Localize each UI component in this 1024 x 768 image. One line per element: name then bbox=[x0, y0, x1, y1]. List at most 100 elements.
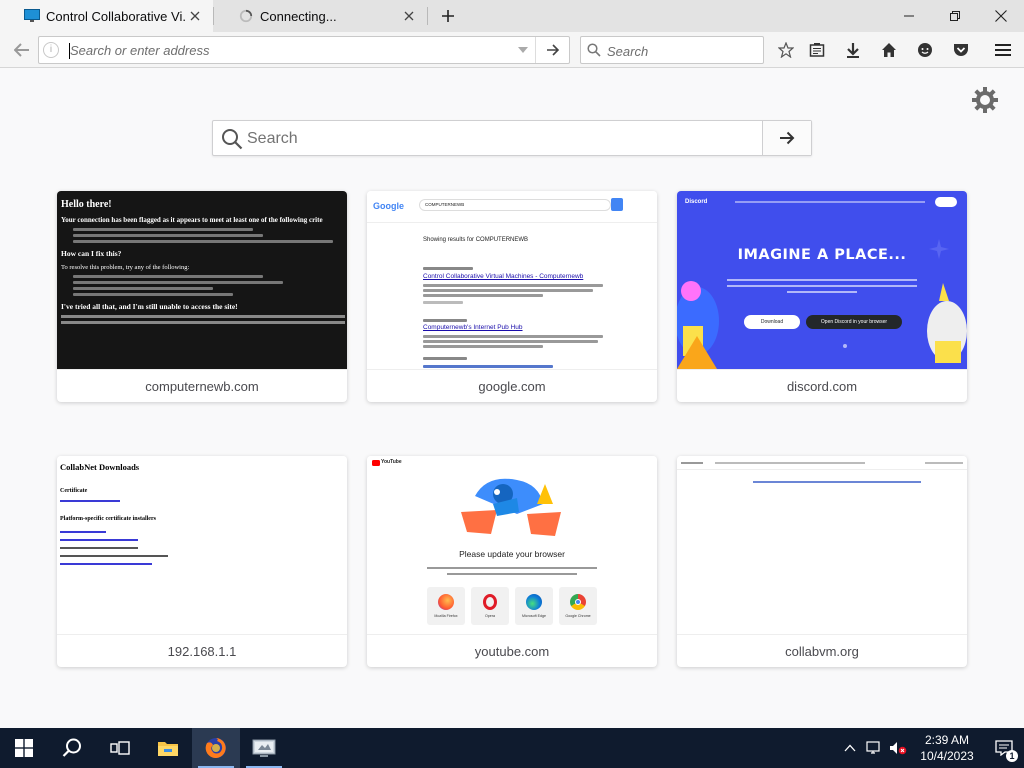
browser-list: Mozilla Firefox Opera Microsoft Edge Goo… bbox=[427, 587, 597, 627]
thumb-text: To resolve this problem, try any of the … bbox=[61, 264, 190, 271]
window-controls bbox=[886, 0, 1024, 32]
pocket-icon bbox=[954, 44, 968, 56]
web-search-box[interactable] bbox=[212, 120, 812, 156]
tab-control-collaborative[interactable]: Control Collaborative Vi... bbox=[0, 0, 213, 32]
vm-app-taskbar-button[interactable] bbox=[240, 728, 288, 768]
system-tray: 2:39 AM 10/4/2023 1 bbox=[838, 728, 1024, 768]
restore-icon bbox=[950, 11, 960, 21]
minimize-button[interactable] bbox=[886, 0, 932, 32]
tab-connecting[interactable]: Connecting... bbox=[214, 0, 427, 32]
tab-separator bbox=[427, 7, 428, 25]
top-site-tile-google[interactable]: Google COMPUTERNEWB Showing results for … bbox=[367, 191, 657, 402]
discord-illustration bbox=[677, 239, 967, 369]
tab-title: Connecting... bbox=[260, 8, 337, 24]
search-icon bbox=[62, 738, 81, 757]
top-site-tile-collabvm[interactable]: collabvm.org bbox=[677, 456, 967, 667]
menu-button[interactable] bbox=[989, 37, 1017, 63]
thumb-search-field: COMPUTERNEWB bbox=[419, 199, 611, 211]
pocket-button[interactable] bbox=[947, 37, 975, 63]
web-search-submit-button[interactable] bbox=[762, 121, 811, 155]
clock-date: 10/4/2023 bbox=[920, 749, 974, 763]
top-site-label: computernewb.com bbox=[57, 369, 347, 402]
youtube-logo-icon bbox=[372, 460, 380, 466]
top-site-label: collabvm.org bbox=[677, 634, 967, 667]
top-site-tile-discord[interactable]: Discord IMAGINE A PLACE... Download Open… bbox=[677, 191, 967, 402]
bookmark-star-button[interactable] bbox=[772, 37, 800, 63]
volume-muted-icon bbox=[890, 742, 907, 755]
close-tab-icon[interactable] bbox=[187, 8, 203, 24]
site-info-icon[interactable]: i bbox=[43, 42, 59, 58]
new-tab-button[interactable] bbox=[432, 0, 464, 32]
dropdown-arrow-icon[interactable] bbox=[517, 45, 529, 55]
search-icon bbox=[222, 129, 243, 150]
go-arrow-icon bbox=[546, 44, 559, 56]
youtube-brand: YouTube bbox=[381, 459, 402, 465]
close-window-button[interactable] bbox=[978, 0, 1024, 32]
tab-strip: Control Collaborative Vi... Connecting..… bbox=[0, 0, 1024, 32]
task-view-icon bbox=[110, 741, 130, 755]
edge-tile: Microsoft Edge bbox=[515, 587, 553, 625]
show-hidden-icons-button[interactable] bbox=[838, 728, 862, 768]
site-thumbnail: Discord IMAGINE A PLACE... Download Open… bbox=[677, 191, 967, 369]
top-site-label: 192.168.1.1 bbox=[57, 634, 347, 667]
download-icon bbox=[847, 43, 859, 58]
top-site-tile-computernewb[interactable]: Hello there! Your connection has been fl… bbox=[57, 191, 347, 402]
restore-button[interactable] bbox=[932, 0, 978, 32]
plus-icon bbox=[442, 10, 454, 22]
menu-icon bbox=[995, 44, 1011, 56]
go-arrow-icon bbox=[780, 131, 795, 145]
thumb-text: Showing results for COMPUTERNEWB bbox=[423, 237, 529, 243]
thumb-text: Computernewb's Internet Pub Hub bbox=[423, 324, 523, 331]
taskbar-clock[interactable]: 2:39 AM 10/4/2023 bbox=[910, 732, 984, 764]
tab-title: Control Collaborative Vi... bbox=[46, 8, 187, 24]
windows-taskbar: 2:39 AM 10/4/2023 1 bbox=[0, 728, 1024, 768]
thumb-subheading: Platform-specific certificate installers bbox=[60, 516, 156, 522]
firefox-taskbar-button[interactable] bbox=[192, 728, 240, 768]
chat-icon bbox=[918, 43, 932, 57]
minimize-icon bbox=[904, 15, 914, 17]
home-button[interactable] bbox=[875, 37, 903, 63]
firefox-icon bbox=[205, 738, 226, 758]
go-button[interactable] bbox=[535, 37, 569, 63]
thumb-subheading: I've tried all that, and I'm still unabl… bbox=[61, 302, 238, 311]
thumb-text: Control Collaborative Virtual Machines -… bbox=[423, 273, 584, 280]
back-icon bbox=[14, 43, 29, 57]
chevron-up-icon bbox=[844, 744, 856, 752]
reading-list-icon bbox=[809, 43, 825, 57]
network-button[interactable] bbox=[862, 728, 886, 768]
top-site-label: youtube.com bbox=[367, 634, 657, 667]
settings-button[interactable] bbox=[970, 85, 1000, 115]
web-search-input[interactable] bbox=[247, 128, 747, 150]
update-browser-illustration bbox=[461, 478, 561, 536]
close-tab-icon[interactable] bbox=[401, 8, 417, 24]
thumb-subheading: Your connection has been flagged as it a… bbox=[61, 216, 323, 224]
monitor-favicon-icon bbox=[24, 9, 40, 22]
chat-button[interactable] bbox=[911, 37, 939, 63]
reading-list-button[interactable] bbox=[803, 37, 831, 63]
volume-button[interactable] bbox=[886, 728, 910, 768]
bookmark-star-icon bbox=[778, 42, 794, 58]
site-thumbnail: YouTube Please update your browser Mozil… bbox=[367, 456, 657, 634]
downloads-button[interactable] bbox=[839, 37, 867, 63]
task-view-button[interactable] bbox=[96, 728, 144, 768]
search-bar[interactable] bbox=[580, 36, 764, 64]
taskbar-search-button[interactable] bbox=[48, 728, 96, 768]
file-explorer-button[interactable] bbox=[144, 728, 192, 768]
back-button[interactable] bbox=[8, 37, 36, 63]
vm-app-icon bbox=[252, 739, 276, 757]
search-input[interactable] bbox=[607, 41, 757, 61]
top-site-label: google.com bbox=[367, 369, 657, 402]
action-center-button[interactable]: 1 bbox=[984, 728, 1024, 768]
top-site-tile-youtube[interactable]: YouTube Please update your browser Mozil… bbox=[367, 456, 657, 667]
site-thumbnail: CollabNet Downloads Certificate Platform… bbox=[57, 456, 347, 634]
search-icon bbox=[587, 43, 601, 57]
top-site-tile-router[interactable]: CollabNet Downloads Certificate Platform… bbox=[57, 456, 347, 667]
start-button[interactable] bbox=[0, 728, 48, 768]
site-thumbnail: Google COMPUTERNEWB Showing results for … bbox=[367, 191, 657, 369]
network-icon bbox=[866, 741, 880, 754]
address-bar[interactable]: i bbox=[38, 36, 570, 64]
home-icon bbox=[882, 43, 896, 57]
file-explorer-icon bbox=[158, 742, 178, 756]
address-input[interactable] bbox=[70, 40, 510, 60]
navigation-toolbar: i bbox=[0, 32, 1024, 68]
